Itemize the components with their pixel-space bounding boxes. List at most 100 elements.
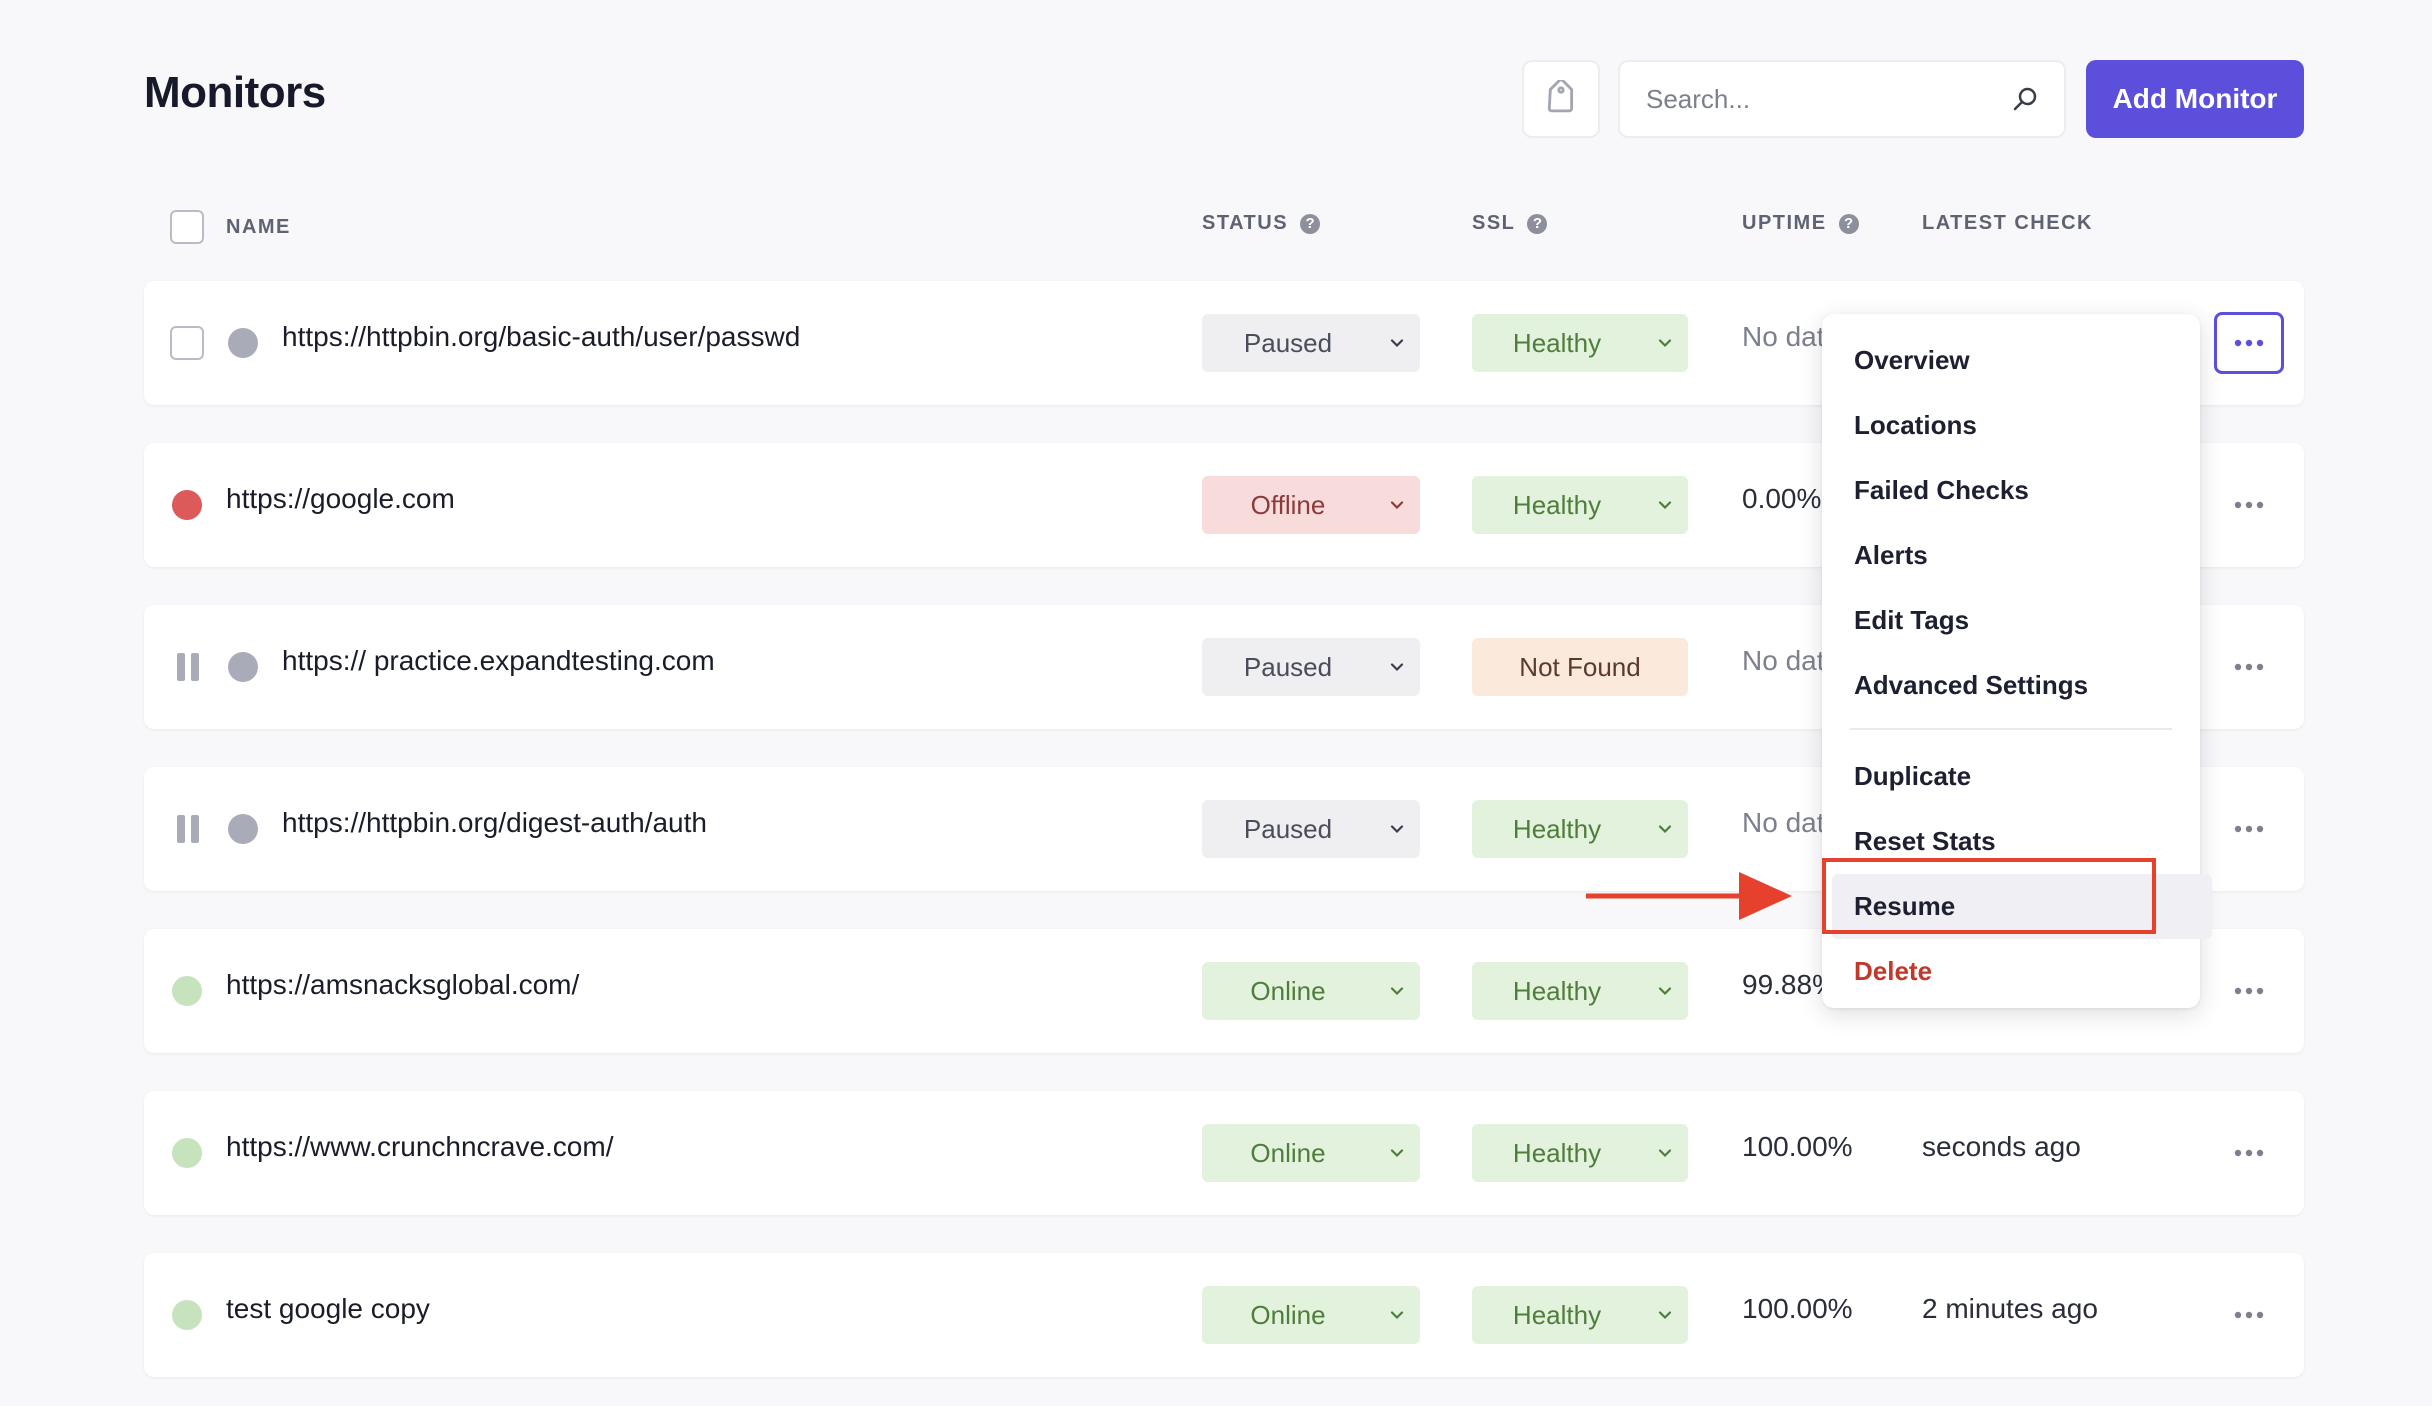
uptime-value: 100.00%: [1742, 1131, 1853, 1162]
column-name[interactable]: NAME: [226, 216, 291, 239]
more-horizontal-icon: [2234, 339, 2264, 347]
status-indicator-dot: [228, 814, 258, 844]
row-actions-button[interactable]: [2214, 1122, 2284, 1184]
latest-check-value: 2 minutes ago: [1922, 1293, 2098, 1324]
table-row[interactable]: https://www.crunchncrave.com/ Online Hea…: [144, 1091, 2304, 1215]
chevron-down-icon: [1642, 333, 1688, 353]
more-horizontal-icon: [2234, 1149, 2264, 1157]
table-row[interactable]: test google copy Online Healthy 100.00% …: [144, 1253, 2304, 1377]
status-value: Online: [1250, 975, 1326, 1006]
status-dropdown[interactable]: Online: [1202, 1286, 1420, 1344]
monitor-name[interactable]: https://google.com: [226, 483, 455, 515]
ssl-value: Healthy: [1512, 813, 1602, 844]
ssl-help-icon[interactable]: ?: [1527, 213, 1548, 234]
status-dropdown[interactable]: Online: [1202, 1124, 1420, 1182]
chevron-down-icon: [1374, 1143, 1420, 1163]
chevron-down-icon: [1642, 495, 1688, 515]
drag-handle-icon[interactable]: [177, 815, 199, 843]
status-indicator-dot: [172, 1300, 202, 1330]
menu-item-delete[interactable]: Delete: [1822, 939, 2200, 1004]
status-value: Online: [1250, 1299, 1326, 1330]
row-actions-button[interactable]: [2214, 1284, 2284, 1346]
ssl-dropdown[interactable]: Healthy: [1472, 1286, 1688, 1344]
monitor-name[interactable]: https://amsnacksglobal.com/: [226, 969, 579, 1001]
status-help-icon[interactable]: ?: [1300, 213, 1321, 234]
monitors-page: Monitors Add Monitor NAME STATUS ? SSL ?…: [0, 0, 2432, 1406]
ssl-dropdown[interactable]: Healthy: [1472, 962, 1688, 1020]
search-icon: [2013, 87, 2037, 111]
add-monitor-button[interactable]: Add Monitor: [2086, 60, 2304, 138]
status-indicator-dot: [172, 976, 202, 1006]
column-name-label: NAME: [226, 216, 291, 238]
status-value: Paused: [1243, 327, 1333, 358]
menu-item-failed-checks[interactable]: Failed Checks: [1822, 458, 2200, 523]
menu-divider: [1850, 728, 2172, 730]
search-input[interactable]: [1644, 82, 2010, 116]
ssl-value: Healthy: [1512, 489, 1602, 520]
search-box[interactable]: [1618, 60, 2066, 138]
ssl-dropdown[interactable]: Healthy: [1472, 476, 1688, 534]
chevron-down-icon: [1642, 981, 1688, 1001]
status-value: Paused: [1243, 651, 1333, 682]
table-header: NAME STATUS ? SSL ? UPTIME ? LATEST CHEC…: [144, 206, 2304, 248]
ssl-dropdown[interactable]: Healthy: [1472, 800, 1688, 858]
ssl-value: Healthy: [1512, 327, 1602, 358]
ssl-value: Healthy: [1512, 1137, 1602, 1168]
select-all-checkbox[interactable]: [170, 210, 204, 244]
monitor-name[interactable]: https:// practice.expandtesting.com: [282, 645, 715, 677]
chevron-down-icon: [1374, 1305, 1420, 1325]
row-actions-button[interactable]: [2214, 636, 2284, 698]
menu-item-edit-tags[interactable]: Edit Tags: [1822, 588, 2200, 653]
chevron-down-icon: [1374, 657, 1420, 677]
column-ssl[interactable]: SSL ?: [1472, 212, 1548, 235]
row-actions-button[interactable]: [2214, 798, 2284, 860]
more-horizontal-icon: [2234, 987, 2264, 995]
status-indicator-dot: [228, 652, 258, 682]
tag-filter-button[interactable]: [1522, 60, 1600, 138]
status-dropdown[interactable]: Paused: [1202, 314, 1420, 372]
chevron-down-icon: [1642, 1305, 1688, 1325]
annotation-highlight-box: [1822, 858, 2156, 934]
status-dropdown[interactable]: Paused: [1202, 800, 1420, 858]
status-dropdown[interactable]: Online: [1202, 962, 1420, 1020]
ssl-value: Not Found: [1519, 651, 1641, 682]
status-indicator-dot: [172, 490, 202, 520]
status-indicator-dot: [172, 1138, 202, 1168]
status-value: Online: [1250, 1137, 1326, 1168]
menu-item-overview[interactable]: Overview: [1822, 328, 2200, 393]
menu-item-advanced-settings[interactable]: Advanced Settings: [1822, 653, 2200, 718]
menu-item-duplicate[interactable]: Duplicate: [1822, 744, 2200, 809]
annotation-arrow-icon: [1586, 872, 1792, 920]
page-title: Monitors: [144, 68, 326, 117]
row-checkbox[interactable]: [170, 326, 204, 360]
row-actions-button[interactable]: [2214, 960, 2284, 1022]
chevron-down-icon: [1642, 1143, 1688, 1163]
drag-handle-icon[interactable]: [177, 653, 199, 681]
more-horizontal-icon: [2234, 663, 2264, 671]
menu-item-locations[interactable]: Locations: [1822, 393, 2200, 458]
row-actions-button[interactable]: [2214, 474, 2284, 536]
uptime-help-icon[interactable]: ?: [1838, 213, 1859, 234]
chevron-down-icon: [1374, 819, 1420, 839]
column-uptime[interactable]: UPTIME ?: [1742, 212, 1859, 235]
column-uptime-label: UPTIME: [1742, 212, 1827, 234]
column-ssl-label: SSL: [1472, 212, 1516, 234]
chevron-down-icon: [1374, 333, 1420, 353]
more-horizontal-icon: [2234, 1311, 2264, 1319]
ssl-dropdown[interactable]: Healthy: [1472, 314, 1688, 372]
status-dropdown[interactable]: Offline: [1202, 476, 1420, 534]
status-dropdown[interactable]: Paused: [1202, 638, 1420, 696]
status-value: Offline: [1250, 489, 1326, 520]
chevron-down-icon: [1642, 819, 1688, 839]
row-actions-button[interactable]: [2214, 312, 2284, 374]
monitor-name[interactable]: https://www.crunchncrave.com/: [226, 1131, 613, 1163]
ssl-value: Healthy: [1512, 1299, 1602, 1330]
ssl-value: Healthy: [1512, 975, 1602, 1006]
monitor-name[interactable]: https://httpbin.org/basic-auth/user/pass…: [282, 321, 800, 353]
monitor-name[interactable]: https://httpbin.org/digest-auth/auth: [282, 807, 707, 839]
column-status[interactable]: STATUS ?: [1202, 212, 1321, 235]
monitor-name[interactable]: test google copy: [226, 1293, 430, 1325]
menu-item-alerts[interactable]: Alerts: [1822, 523, 2200, 588]
ssl-dropdown[interactable]: Healthy: [1472, 1124, 1688, 1182]
column-latest-check[interactable]: LATEST CHECK: [1922, 212, 2093, 235]
